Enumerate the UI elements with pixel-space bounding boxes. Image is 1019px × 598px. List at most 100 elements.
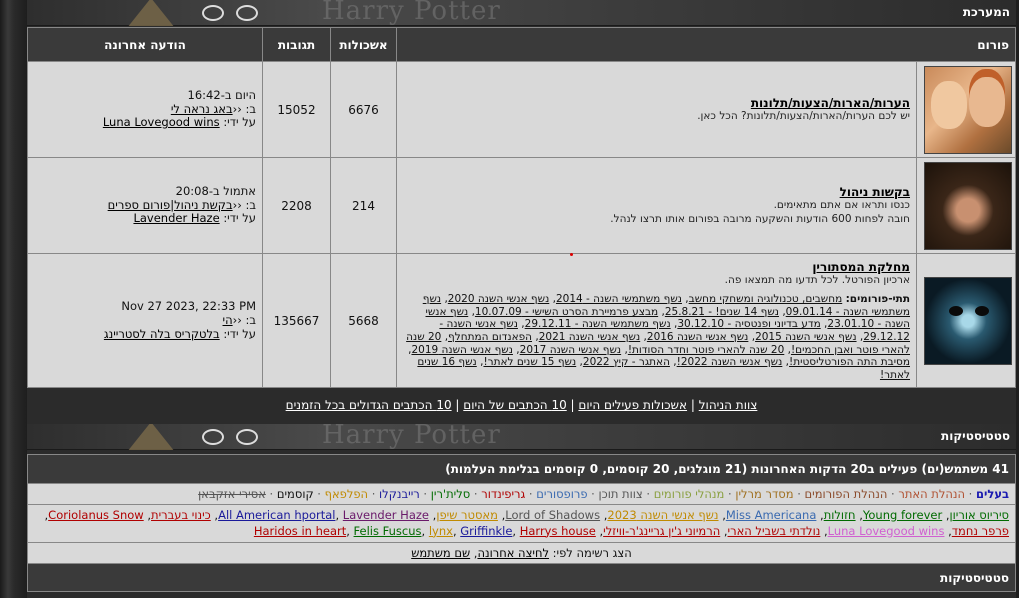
subforum-link[interactable]: 20 שנה להארי פוטר וחדר הסודות! (628, 344, 784, 356)
last-post-author-link[interactable]: Luna Lovegood wins (103, 115, 220, 129)
last-post-info: אתמול ב-20:08 ב: ‹‹בקשת ניהול|פורום ספרי… (27, 157, 263, 254)
last-post-by-label: על ידי: (223, 211, 256, 226)
main-content: Harry Potter המערכת פורום אשכולות תגובות… (27, 0, 1016, 598)
forum-topics-count: 5668 (330, 252, 397, 389)
online-user-link[interactable]: כינוי בעברית (151, 508, 211, 522)
forum-title-link[interactable]: הערות/הארות/הצעות/תלונות (751, 96, 910, 110)
stats-title: סטטיסטיקות (941, 429, 1010, 443)
user-group-label: מסדר מרלין (735, 487, 794, 501)
forum-image-hagrid[interactable] (924, 161, 1012, 250)
subforums-label: תתי-פורומים: (845, 293, 910, 306)
forum-image-twins[interactable] (924, 65, 1012, 154)
subforum-link[interactable]: נשף משתמשי השנה - 29.12.11 (525, 318, 671, 330)
online-user-link[interactable]: נשף אנשי השנה 2023 (607, 508, 718, 522)
online-user-link[interactable]: Young forever (863, 508, 942, 522)
user-groups-legend: בעלים · הנהלת האתר · הנהלת הפורומים · מס… (28, 483, 1015, 504)
online-user-link[interactable]: Lavender Haze (343, 508, 429, 522)
user-group-label: הנהלת הפורומים (804, 487, 888, 501)
forum-image-cell (916, 252, 1016, 389)
glasses-icon (202, 5, 258, 23)
wizard-hat-icon (127, 424, 175, 450)
link-staff[interactable]: צוות הניהול (699, 398, 758, 412)
forum-info: הערות/הארות/הצעות/תלונות יש לכם הערות/הא… (396, 61, 917, 158)
forum-description-2: חובה לפחות 600 הודעות והשקעה מרובה בפורו… (610, 212, 910, 225)
forum-table: פורום אשכולות תגובות הודעה אחרונה הערות/… (27, 27, 1016, 389)
forum-description: יש לכם הערות/הארות/הצעות/תלונות? הכל כאן… (697, 109, 910, 122)
last-post-by-label: על ידי: (223, 326, 256, 341)
online-user-link[interactable]: All American hportal (218, 508, 335, 522)
online-user-link[interactable]: Lord of Shadows (505, 508, 600, 522)
user-group-label: רייבנקלו (379, 487, 420, 501)
online-users-summary: 41 משתמש(ים) פעילים ב20 הדקות האחרונות (… (28, 455, 1015, 483)
banner-logo-text: Harry Potter (322, 0, 501, 26)
online-user-link[interactable]: נולדתי בשביל הארי (728, 524, 821, 538)
col-topics: אשכולות (330, 27, 397, 62)
red-dot-marker (570, 253, 573, 256)
last-post-author-link[interactable]: Lavender Haze (133, 211, 219, 225)
online-user-link[interactable]: Coriolanus Snow (48, 508, 144, 522)
link-active-topics[interactable]: אשכולות פעילים היום (578, 398, 687, 412)
subforum-link[interactable]: נשף אנשי השנה 2015 (755, 331, 856, 343)
subforum-link[interactable]: נשף 14 שנים! - 25.8.21 (665, 306, 779, 318)
online-user-link[interactable]: Felis Fuscus (354, 524, 422, 538)
col-posts: תגובות (262, 27, 331, 62)
last-post-time: היום ב-16:42 (187, 87, 256, 102)
sort-by-last-click[interactable]: לחיצה אחרונה (477, 546, 549, 560)
online-users-box: 41 משתמש(ים) פעילים ב20 הדקות האחרונות (… (27, 454, 1016, 593)
subforum-link[interactable]: נשף אנשי השנה 2017 (520, 344, 621, 356)
subforum-link[interactable]: מבצע פרמיירת הסרט השישי - 10.07.09 (475, 306, 658, 318)
subforum-link[interactable]: מדע בדיוני ופנטסיה - 30.12.10 (677, 318, 820, 330)
online-user-link[interactable]: הרמיוני ג'ין גריינג'ר-וויזלי (603, 524, 720, 538)
online-user-link[interactable]: סיריוס אוריון (950, 508, 1010, 522)
forum-image-deatheater[interactable] (924, 276, 1012, 365)
user-group-label: מנהלי פורומים (653, 487, 725, 501)
online-user-link[interactable]: חזולות (824, 508, 856, 522)
subforum-link[interactable]: נשף אנשי השנה 2016 (647, 331, 748, 343)
wizard-hat-icon (127, 0, 175, 26)
online-user-link[interactable]: Harrys house (520, 524, 596, 538)
category-title[interactable]: המערכת (963, 5, 1010, 19)
subforum-link[interactable]: האתגר - קיץ 2022 (583, 356, 670, 368)
user-group-label: קוסמים (276, 487, 314, 501)
last-post-prefix: ב: ‹‹ (232, 101, 256, 116)
harry-potter-banner: Harry Potter (127, 424, 507, 450)
subforum-link[interactable]: הפאנדום המתחלף (448, 331, 532, 343)
online-user-link[interactable]: Griffinkle (460, 524, 512, 538)
online-user-link[interactable]: Haridos in heart (254, 524, 346, 538)
online-user-link[interactable]: פרפר נחמד (952, 524, 1009, 538)
last-post-topic-link[interactable]: באג נראה לי (171, 102, 233, 116)
last-post-topic-link[interactable]: הי (223, 313, 233, 327)
link-top-posters-today[interactable]: 10 הכתבים של היום (463, 398, 566, 412)
harry-potter-banner: Harry Potter (127, 0, 507, 26)
subforum-link[interactable]: מחשבים, טכנולוגיה ומשחקי מחשב (689, 293, 843, 305)
subforum-link[interactable]: נשף משתמשי השנה - 2014 (556, 293, 682, 305)
user-group-label: פרופסורים (536, 487, 588, 501)
subforum-link[interactable]: נשף אנשי השנה 2019 (411, 344, 512, 356)
forum-title-link[interactable]: מחלקת המסתורין (812, 260, 910, 274)
online-user-link[interactable]: Miss Americana (726, 508, 817, 522)
online-user-link[interactable]: מאסטר שיפן (436, 508, 498, 522)
forum-posts-count: 135667 (262, 252, 331, 389)
forum-description: ארכיון הפורטל. לכל תדעו מה תמצאו פה. (724, 274, 910, 286)
forum-posts-count: 15052 (262, 61, 331, 158)
forum-info: מחלקת המסתורין ארכיון הפורטל. לכל תדעו מ… (396, 252, 917, 389)
forum-title-link[interactable]: בקשות ניהול (840, 185, 910, 199)
last-post-author-link[interactable]: בלטקריס בלה לסטריינג (104, 327, 220, 341)
online-user-link[interactable]: lynx (429, 524, 453, 538)
online-user-link[interactable]: Luna Lovegood wins (828, 524, 945, 538)
forum-topics-count: 214 (330, 157, 397, 254)
subforum-link[interactable]: נשף 15 שנים לאתר! (483, 356, 576, 368)
last-post-time: Nov 27 2023, 22:33 PM (121, 298, 256, 313)
subforum-link[interactable]: נשף אנשי השנה 2022! (677, 356, 783, 368)
col-last-post: הודעה אחרונה (27, 27, 263, 62)
forum-description: כנסו ותראו אם אתם מתאימים. (773, 199, 910, 212)
subforum-link[interactable]: מסיבת התה הפורטליסטית! (789, 356, 910, 368)
last-post-time: אתמול ב-20:08 (175, 183, 256, 198)
sort-by-username[interactable]: שם משתמש (411, 546, 470, 560)
sort-label: הצג רשימה לפי: (552, 546, 632, 561)
last-post-topic-link[interactable]: בקשת ניהול|פורום ספרים (108, 198, 233, 212)
link-top-posters-all-time[interactable]: 10 הכתבים הגדולים בכל הזמנים (286, 398, 452, 412)
banner-logo-text: Harry Potter (322, 424, 501, 450)
subforum-link[interactable]: נשף אנשי השנה 2021 (539, 331, 640, 343)
subforum-link[interactable]: נשף אנשי השנה 2020 (448, 293, 549, 305)
